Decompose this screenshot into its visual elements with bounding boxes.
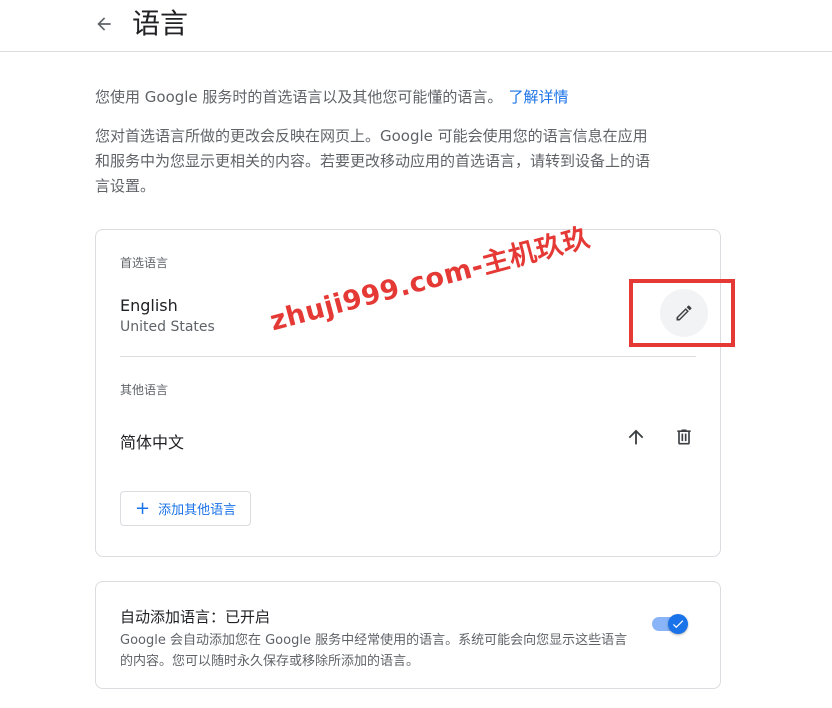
toggle-thumb — [668, 614, 688, 634]
arrow-up-icon — [628, 429, 644, 445]
plus-icon: + — [135, 497, 151, 519]
language-description: 您对首选语言所做的更改会反映在网页上。Google 可能会使用您的语言信息在应用… — [95, 127, 651, 195]
back-button[interactable] — [90, 10, 118, 38]
auto-add-title: 自动添加语言：已开启 — [120, 608, 271, 626]
other-languages-label: 其他语言 — [120, 383, 169, 397]
delete-language-button[interactable] — [660, 413, 708, 461]
move-up-button[interactable] — [612, 413, 660, 461]
divider — [120, 356, 696, 357]
intro-text: 您使用 Google 服务时的首选语言以及其他您可能懂的语言。 了解详情 — [95, 86, 695, 108]
learn-more-link[interactable]: 了解详情 — [508, 88, 568, 106]
preferred-language-name: English — [120, 296, 178, 315]
other-language-name: 简体中文 — [120, 433, 185, 452]
auto-add-description: Google 会自动添加您在 Google 服务中经常使用的语言。系统可能会向您… — [120, 633, 628, 669]
check-icon — [672, 620, 684, 629]
highlight-box — [629, 279, 735, 347]
arrow-back-icon — [97, 17, 111, 31]
intro-sentence: 您使用 Google 服务时的首选语言以及其他您可能懂的语言。 — [95, 88, 503, 106]
page-header: 语言 — [0, 0, 832, 52]
add-language-label: 添加其他语言 — [158, 503, 237, 518]
page-title: 语言 — [132, 7, 189, 40]
trash-icon — [677, 429, 691, 445]
auto-add-toggle[interactable] — [652, 612, 690, 636]
preferred-language-label: 首选语言 — [120, 256, 169, 270]
preferred-language-region: United States — [120, 319, 215, 335]
auto-add-card: 自动添加语言：已开启 Google 会自动添加您在 Google 服务中经常使用… — [95, 581, 721, 689]
add-language-button[interactable]: + 添加其他语言 — [120, 491, 252, 526]
